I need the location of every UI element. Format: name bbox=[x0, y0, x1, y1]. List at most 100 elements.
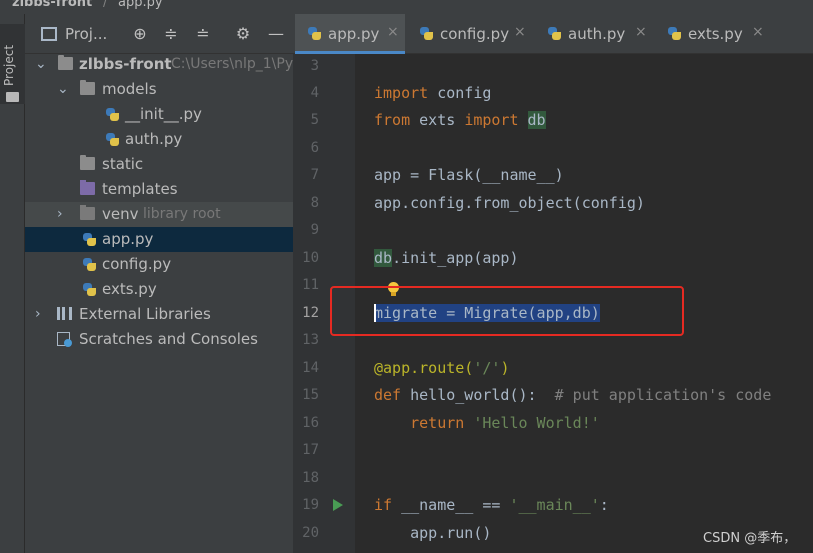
tree-item-label: templates bbox=[102, 180, 178, 198]
tree-item-exts-py[interactable]: exts.py bbox=[25, 277, 293, 302]
collapse-all-icon[interactable]: ≑ bbox=[160, 23, 182, 45]
close-icon[interactable]: × bbox=[752, 24, 764, 40]
expand-all-icon[interactable]: ≐ bbox=[192, 23, 214, 45]
chevron-down-icon[interactable]: ⌄ bbox=[57, 78, 69, 100]
line-number: 15 bbox=[302, 387, 319, 403]
editor-gutter[interactable]: 3 4 5 6 7 8 9 10 11 12 13 14 15 16 17 18… bbox=[293, 54, 355, 553]
line-number: 13 bbox=[302, 332, 319, 348]
decorator: ) bbox=[500, 359, 510, 377]
code-line-7: app = Flask(__name__) bbox=[374, 166, 564, 184]
tree-item-app-py[interactable]: app.py bbox=[25, 227, 293, 252]
line-number: 7 bbox=[310, 167, 319, 183]
tree-item-templates[interactable]: templates bbox=[25, 177, 293, 202]
folder-icon bbox=[6, 92, 19, 102]
code-line-15: def hello_world(): # put application's c… bbox=[374, 386, 771, 404]
string: 'Hello World!' bbox=[473, 414, 600, 432]
tab-auth-py[interactable]: auth.py × bbox=[535, 14, 653, 54]
string: '/' bbox=[473, 359, 501, 377]
comment: # put application's code bbox=[554, 386, 772, 404]
chevron-right-icon[interactable]: › bbox=[35, 303, 41, 325]
close-icon[interactable]: × bbox=[635, 24, 647, 40]
project-view-icon bbox=[41, 27, 57, 41]
keyword: import bbox=[464, 111, 519, 129]
tab-app-py[interactable]: app.py × bbox=[295, 14, 405, 54]
keyword: return bbox=[410, 414, 465, 432]
tree-item-label: models bbox=[102, 80, 157, 98]
project-tool-label: Project bbox=[2, 44, 16, 86]
usage-highlight: db bbox=[374, 249, 393, 267]
globe-icon[interactable]: ⊕ bbox=[129, 23, 151, 45]
chevron-down-icon[interactable]: ⌄ bbox=[35, 53, 47, 75]
tree-item-static[interactable]: static bbox=[25, 152, 293, 177]
close-icon[interactable]: × bbox=[514, 24, 526, 40]
breadcrumb-separator: / bbox=[103, 0, 108, 10]
tree-item-init-py[interactable]: __init__.py bbox=[25, 102, 293, 127]
python-file-icon bbox=[667, 26, 682, 41]
python-file-icon bbox=[82, 232, 97, 246]
tree-item-venv[interactable]: › venv library root bbox=[25, 202, 293, 227]
tree-item-label: External Libraries bbox=[79, 305, 211, 323]
tab-exts-py[interactable]: exts.py × bbox=[655, 14, 771, 54]
tree-item-zlbbs-front[interactable]: ⌄ zlbbs-front C:\Users\nlp_1\Py bbox=[25, 52, 293, 77]
selected-text: migrate = Migrate(app,db) bbox=[374, 304, 600, 322]
keyword: import bbox=[374, 84, 429, 102]
tree-item-hint: library root bbox=[143, 206, 221, 222]
tree-item-models[interactable]: ⌄ models bbox=[25, 77, 293, 102]
project-panel: Proj... ⊕ ≑ ≐ ⚙ — ⌄ zlbbs-front C:\Users… bbox=[25, 14, 293, 553]
tree-item-label: app.py bbox=[102, 230, 154, 248]
tab-label: exts.py bbox=[688, 25, 743, 43]
breadcrumb-project[interactable]: zlbbs-front bbox=[12, 0, 92, 10]
project-panel-header: Proj... ⊕ ≑ ≐ ⚙ — bbox=[25, 14, 293, 54]
tree-item-label: static bbox=[102, 155, 144, 173]
line-number: 16 bbox=[302, 415, 319, 431]
code-editor[interactable]: import config from exts import db app = … bbox=[355, 54, 813, 553]
navigation-bar: zlbbs-front / app.py bbox=[0, 0, 813, 14]
keyword: def bbox=[374, 386, 402, 404]
python-file-icon bbox=[307, 26, 322, 41]
tab-config-py[interactable]: config.py × bbox=[407, 14, 533, 54]
line-number: 3 bbox=[310, 58, 319, 74]
editor-tab-bar: app.py × config.py × auth.py × exts.py × bbox=[293, 14, 813, 54]
line-number: 19 bbox=[302, 497, 319, 513]
line-number: 10 bbox=[302, 250, 319, 266]
python-file-icon bbox=[105, 107, 120, 121]
project-tool-tab[interactable]: Project bbox=[0, 24, 25, 104]
tree-item-label: config.py bbox=[102, 255, 172, 273]
line-number: 11 bbox=[302, 277, 319, 293]
line-number: 18 bbox=[302, 470, 319, 486]
tree-item-external-libraries[interactable]: › External Libraries bbox=[25, 302, 293, 327]
code-line-14: @app.route('/') bbox=[374, 359, 509, 377]
code-line-10: db.init_app(app) bbox=[374, 249, 519, 267]
code-text: exts bbox=[410, 111, 465, 129]
watermark: CSDN @季布， bbox=[703, 531, 797, 546]
chevron-right-icon[interactable]: › bbox=[57, 203, 63, 225]
tree-item-label: zlbbs-front bbox=[79, 55, 172, 73]
line-number: 20 bbox=[302, 525, 319, 541]
run-icon[interactable] bbox=[333, 499, 343, 511]
tree-item-label: __init__.py bbox=[125, 105, 202, 123]
line-number: 5 bbox=[310, 112, 319, 128]
python-file-icon bbox=[419, 26, 434, 41]
project-panel-title[interactable]: Proj... bbox=[65, 25, 107, 43]
line-number: 4 bbox=[310, 85, 319, 101]
minimize-icon[interactable]: — bbox=[265, 23, 287, 45]
tree-item-label: exts.py bbox=[102, 280, 157, 298]
lightbulb-icon[interactable] bbox=[388, 282, 399, 296]
folder-icon bbox=[58, 55, 73, 70]
template-folder-icon bbox=[80, 180, 95, 195]
keyword: if bbox=[374, 496, 393, 514]
python-file-icon bbox=[105, 132, 120, 146]
tree-item-label: Scratches and Consoles bbox=[79, 330, 258, 348]
code-text: : bbox=[599, 496, 609, 514]
line-number: 9 bbox=[310, 222, 319, 238]
gear-icon[interactable]: ⚙ bbox=[232, 23, 254, 45]
close-icon[interactable]: × bbox=[387, 24, 399, 40]
tree-item-scratches[interactable]: Scratches and Consoles bbox=[25, 327, 293, 352]
breadcrumb-file[interactable]: app.py bbox=[118, 0, 163, 10]
tree-item-auth-py[interactable]: auth.py bbox=[25, 127, 293, 152]
scratches-icon bbox=[57, 332, 72, 347]
code-line-12: migrate = Migrate(app,db) bbox=[374, 304, 600, 322]
tree-item-config-py[interactable]: config.py bbox=[25, 252, 293, 277]
